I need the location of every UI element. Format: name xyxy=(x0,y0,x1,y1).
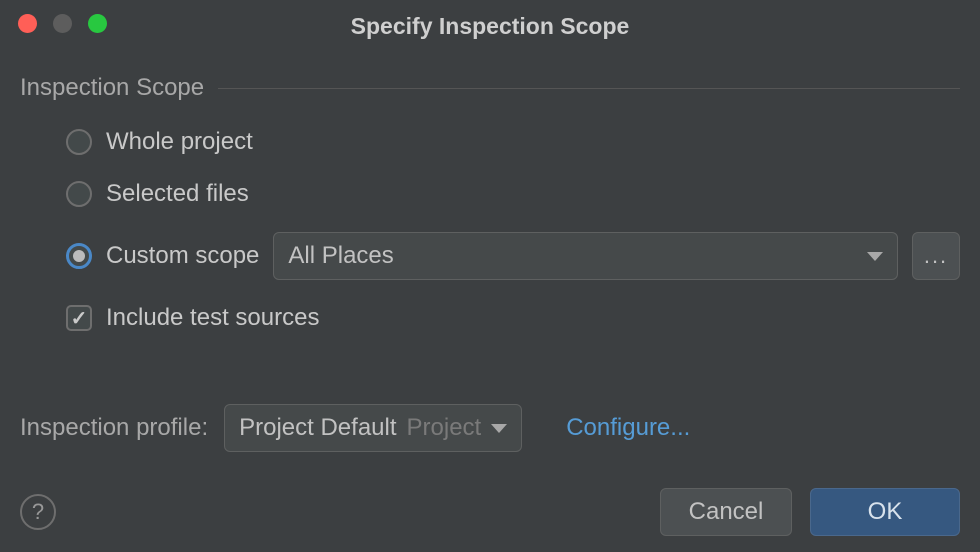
section-header: Inspection Scope xyxy=(20,74,960,102)
ok-button[interactable]: OK xyxy=(810,488,960,536)
titlebar: Specify Inspection Scope xyxy=(0,0,980,44)
dialog-content: Inspection Scope Whole project Selected … xyxy=(0,44,980,452)
configure-link[interactable]: Configure... xyxy=(566,414,690,442)
radio-label: Custom scope xyxy=(106,242,259,270)
radio-whole-project[interactable]: Whole project xyxy=(66,128,960,156)
combo-hint: Project xyxy=(407,414,482,442)
divider xyxy=(218,88,960,89)
checkbox-label: Include test sources xyxy=(106,304,319,332)
browse-scope-button[interactable]: ... xyxy=(912,232,960,280)
close-icon[interactable] xyxy=(18,14,37,33)
chevron-down-icon xyxy=(491,424,507,433)
radio-label: Whole project xyxy=(106,128,253,156)
inspection-profile-row: Inspection profile: Project Default Proj… xyxy=(20,404,960,452)
minimize-icon xyxy=(53,14,72,33)
custom-scope-combo[interactable]: All Places xyxy=(273,232,898,280)
profile-label: Inspection profile: xyxy=(20,414,208,442)
include-tests-row[interactable]: Include test sources xyxy=(20,304,960,332)
radio-icon[interactable] xyxy=(66,129,92,155)
radio-icon[interactable] xyxy=(66,243,92,269)
window-title: Specify Inspection Scope xyxy=(0,5,980,40)
checkbox-icon[interactable] xyxy=(66,305,92,331)
profile-combo[interactable]: Project Default Project xyxy=(224,404,522,452)
radio-icon[interactable] xyxy=(66,181,92,207)
combo-value: Project Default xyxy=(239,414,396,442)
window-controls xyxy=(18,14,107,33)
scope-radio-group: Whole project Selected files Custom scop… xyxy=(20,128,960,280)
help-button[interactable]: ? xyxy=(20,494,56,530)
section-title: Inspection Scope xyxy=(20,74,204,102)
combo-value: All Places xyxy=(288,242,393,270)
radio-selected-files[interactable]: Selected files xyxy=(66,180,960,208)
maximize-icon[interactable] xyxy=(88,14,107,33)
chevron-down-icon xyxy=(867,252,883,261)
dialog-footer: ? Cancel OK xyxy=(20,488,960,536)
radio-custom-scope-row: Custom scope All Places ... xyxy=(66,232,960,280)
radio-label: Selected files xyxy=(106,180,249,208)
cancel-button[interactable]: Cancel xyxy=(660,488,792,536)
